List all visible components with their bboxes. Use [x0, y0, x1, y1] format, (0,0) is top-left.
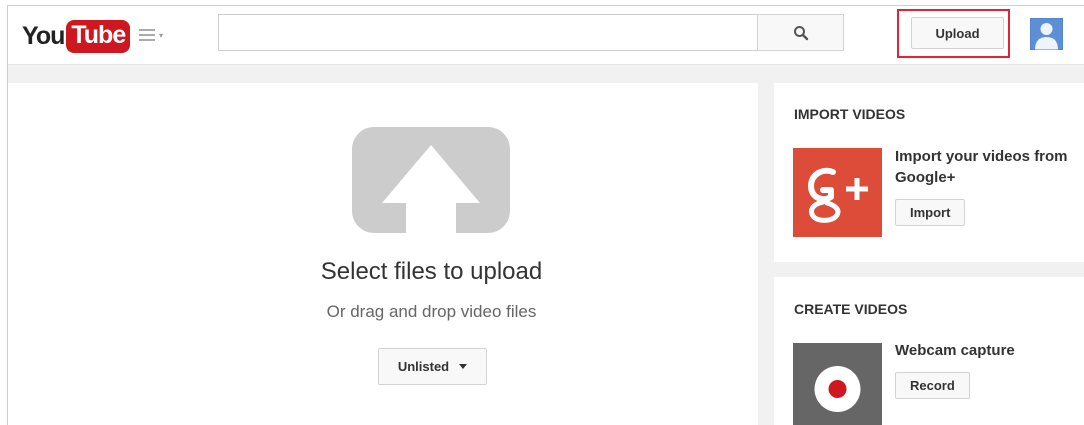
- search-button[interactable]: [757, 14, 844, 51]
- logo-you-text: You: [22, 21, 65, 50]
- import-button[interactable]: Import: [895, 199, 966, 226]
- import-google-plus-title: Import your videos from Google+: [895, 148, 1068, 186]
- privacy-dropdown[interactable]: Unlisted: [378, 348, 487, 385]
- create-videos-card: CREATE VIDEOS Webcam capture Record: [774, 277, 1084, 425]
- import-videos-card: IMPORT VIDEOS Import your videos from Go…: [774, 83, 1084, 262]
- logo-tube-text: Tube: [66, 19, 131, 53]
- drag-drop-subtitle-text: Or drag and drop video files: [326, 302, 537, 321]
- select-files-title-text: Select files to upload: [320, 258, 543, 285]
- google-plus-icon[interactable]: [793, 148, 882, 237]
- record-button[interactable]: Record: [895, 372, 970, 399]
- upload-button[interactable]: Upload: [911, 17, 1004, 49]
- search-icon: [793, 25, 808, 40]
- menu-icon: [139, 29, 155, 41]
- drag-drop-subtitle: Or drag and drop video files: [8, 302, 758, 322]
- upload-page: You Tube ▾ Upload Select files to upload…: [7, 5, 1084, 425]
- user-avatar-icon[interactable]: [1030, 18, 1063, 50]
- search-input[interactable]: [218, 14, 758, 51]
- masthead: You Tube ▾ Upload: [8, 6, 1084, 65]
- select-files-title: Select files to upload: [8, 258, 758, 286]
- guide-menu-button[interactable]: ▾: [139, 25, 175, 45]
- webcam-capture-title: Webcam capture: [895, 342, 1015, 359]
- upload-arrow-icon[interactable]: [352, 127, 510, 233]
- import-videos-heading: IMPORT VIDEOS: [794, 106, 906, 122]
- youtube-logo[interactable]: You Tube: [22, 18, 131, 54]
- chevron-down-icon: [459, 364, 468, 369]
- create-videos-heading: CREATE VIDEOS: [794, 301, 908, 317]
- chevron-down-icon: ▾: [159, 30, 164, 40]
- upload-dropzone[interactable]: Select files to upload Or drag and drop …: [8, 83, 758, 425]
- privacy-dropdown-value: Unlisted: [397, 359, 450, 374]
- record-icon[interactable]: [793, 343, 882, 425]
